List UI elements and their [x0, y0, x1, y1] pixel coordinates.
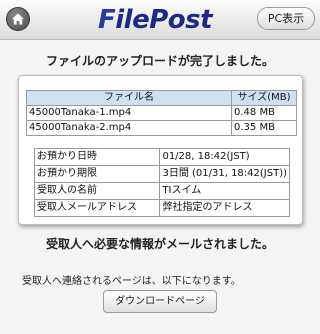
app-header: FilePost PC表示: [0, 0, 320, 40]
upload-complete-message: ファイルのアップロードが完了しました。: [45, 54, 274, 68]
file-name: 45000Tanaka-2.mp4: [26, 120, 232, 136]
info-label: お預かり期限: [33, 165, 161, 183]
info-value: TIスイム: [159, 182, 290, 200]
home-icon: [12, 13, 24, 25]
file-name: 45000Tanaka-1.mp4: [26, 105, 232, 121]
info-value: 01/28, 18:42(JST): [159, 148, 290, 166]
table-row: お預かり日時 01/28, 18:42(JST): [33, 148, 290, 166]
table-row: 45000Tanaka-2.mp4 0.35 MB: [26, 120, 297, 136]
filepost-logo: FilePost: [98, 4, 213, 36]
size-column-header: サイズ(MB): [231, 90, 297, 106]
info-value: 3日間 (01/31, 18:42(JST)): [159, 165, 290, 183]
pc-view-button[interactable]: PC表示: [257, 7, 315, 30]
download-page-button[interactable]: ダウンロードページ: [103, 290, 217, 313]
upload-summary-card: ファイル名 サイズ(MB) 45000Tanaka-1.mp4 0.48 MB …: [18, 75, 303, 225]
home-button[interactable]: [6, 7, 30, 31]
info-label: お預かり日時: [33, 148, 161, 166]
files-table: ファイル名 サイズ(MB) 45000Tanaka-1.mp4 0.48 MB …: [26, 90, 297, 136]
email-sent-message: 受取人へ必要な情報がメールされました。: [45, 237, 274, 251]
logo-initial: F: [98, 5, 116, 35]
files-table-header: ファイル名 サイズ(MB): [26, 90, 297, 106]
logo-text: ilePost: [115, 5, 213, 35]
table-row: 受取人メールアドレス 弊社指定のアドレス: [33, 199, 290, 217]
info-value: 弊社指定のアドレス: [159, 199, 290, 217]
table-row: お預かり期限 3日間 (01/31, 18:42(JST)): [33, 165, 290, 183]
file-size: 0.48 MB: [231, 105, 297, 121]
filename-column-header: ファイル名: [26, 90, 232, 106]
table-row: 45000Tanaka-1.mp4 0.48 MB: [26, 105, 297, 121]
recipient-page-note: 受取人へ連絡されるページは、以下になります。: [22, 276, 241, 287]
file-size: 0.35 MB: [231, 120, 297, 136]
info-label: 受取人メールアドレス: [33, 199, 161, 217]
info-label: 受取人の名前: [33, 182, 161, 200]
table-row: 受取人の名前 TIスイム: [33, 182, 290, 200]
delivery-info-table: お預かり日時 01/28, 18:42(JST) お預かり期限 3日間 (01/…: [33, 148, 290, 217]
